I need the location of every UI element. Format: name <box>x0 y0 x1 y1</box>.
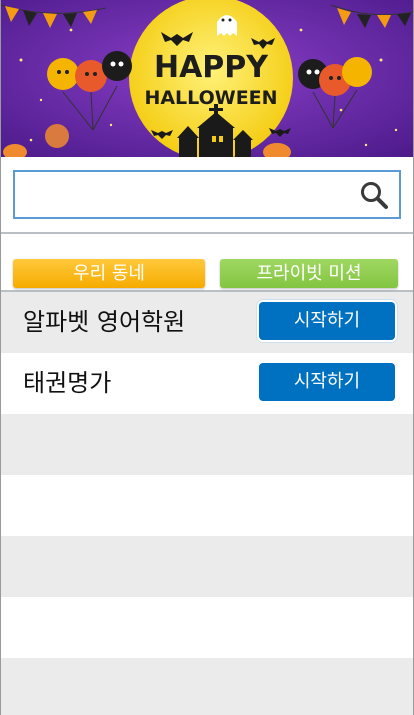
banner-line1: HAPPY <box>154 50 269 85</box>
list-item-empty <box>1 658 413 715</box>
search-input[interactable] <box>15 172 345 217</box>
mission-list: 알파벳 영어학원 시작하기 태권명가 시작하기 <box>1 292 413 715</box>
start-button[interactable]: 시작하기 <box>259 363 395 401</box>
search-icon[interactable] <box>359 180 389 210</box>
list-item-title: 태권명가 <box>23 369 112 397</box>
search-box <box>13 170 401 219</box>
tab-bar: 우리 동네 프라이빗 미션 <box>1 234 413 292</box>
halloween-banner[interactable]: HAPPY HALLOWEEN <box>1 0 413 157</box>
list-item-empty <box>1 536 413 597</box>
list-item-empty <box>1 475 413 536</box>
tab-private-mission[interactable]: 프라이빗 미션 <box>220 259 398 288</box>
list-item[interactable]: 태권명가 시작하기 <box>1 353 413 414</box>
list-item-title: 알파벳 영어학원 <box>23 308 186 336</box>
banner-line2: HALLOWEEN <box>144 87 277 109</box>
tab-our-neighborhood[interactable]: 우리 동네 <box>13 259 205 288</box>
search-area <box>1 157 413 234</box>
halloween-banner-art: HAPPY HALLOWEEN <box>1 0 413 157</box>
start-button[interactable]: 시작하기 <box>259 302 395 340</box>
app-screen: HAPPY HALLOWEEN 우리 동네 프라이빗 미션 알파벳 영어학원 시… <box>0 0 414 715</box>
list-item-empty <box>1 597 413 658</box>
list-item-empty <box>1 414 413 475</box>
list-item[interactable]: 알파벳 영어학원 시작하기 <box>1 292 413 353</box>
